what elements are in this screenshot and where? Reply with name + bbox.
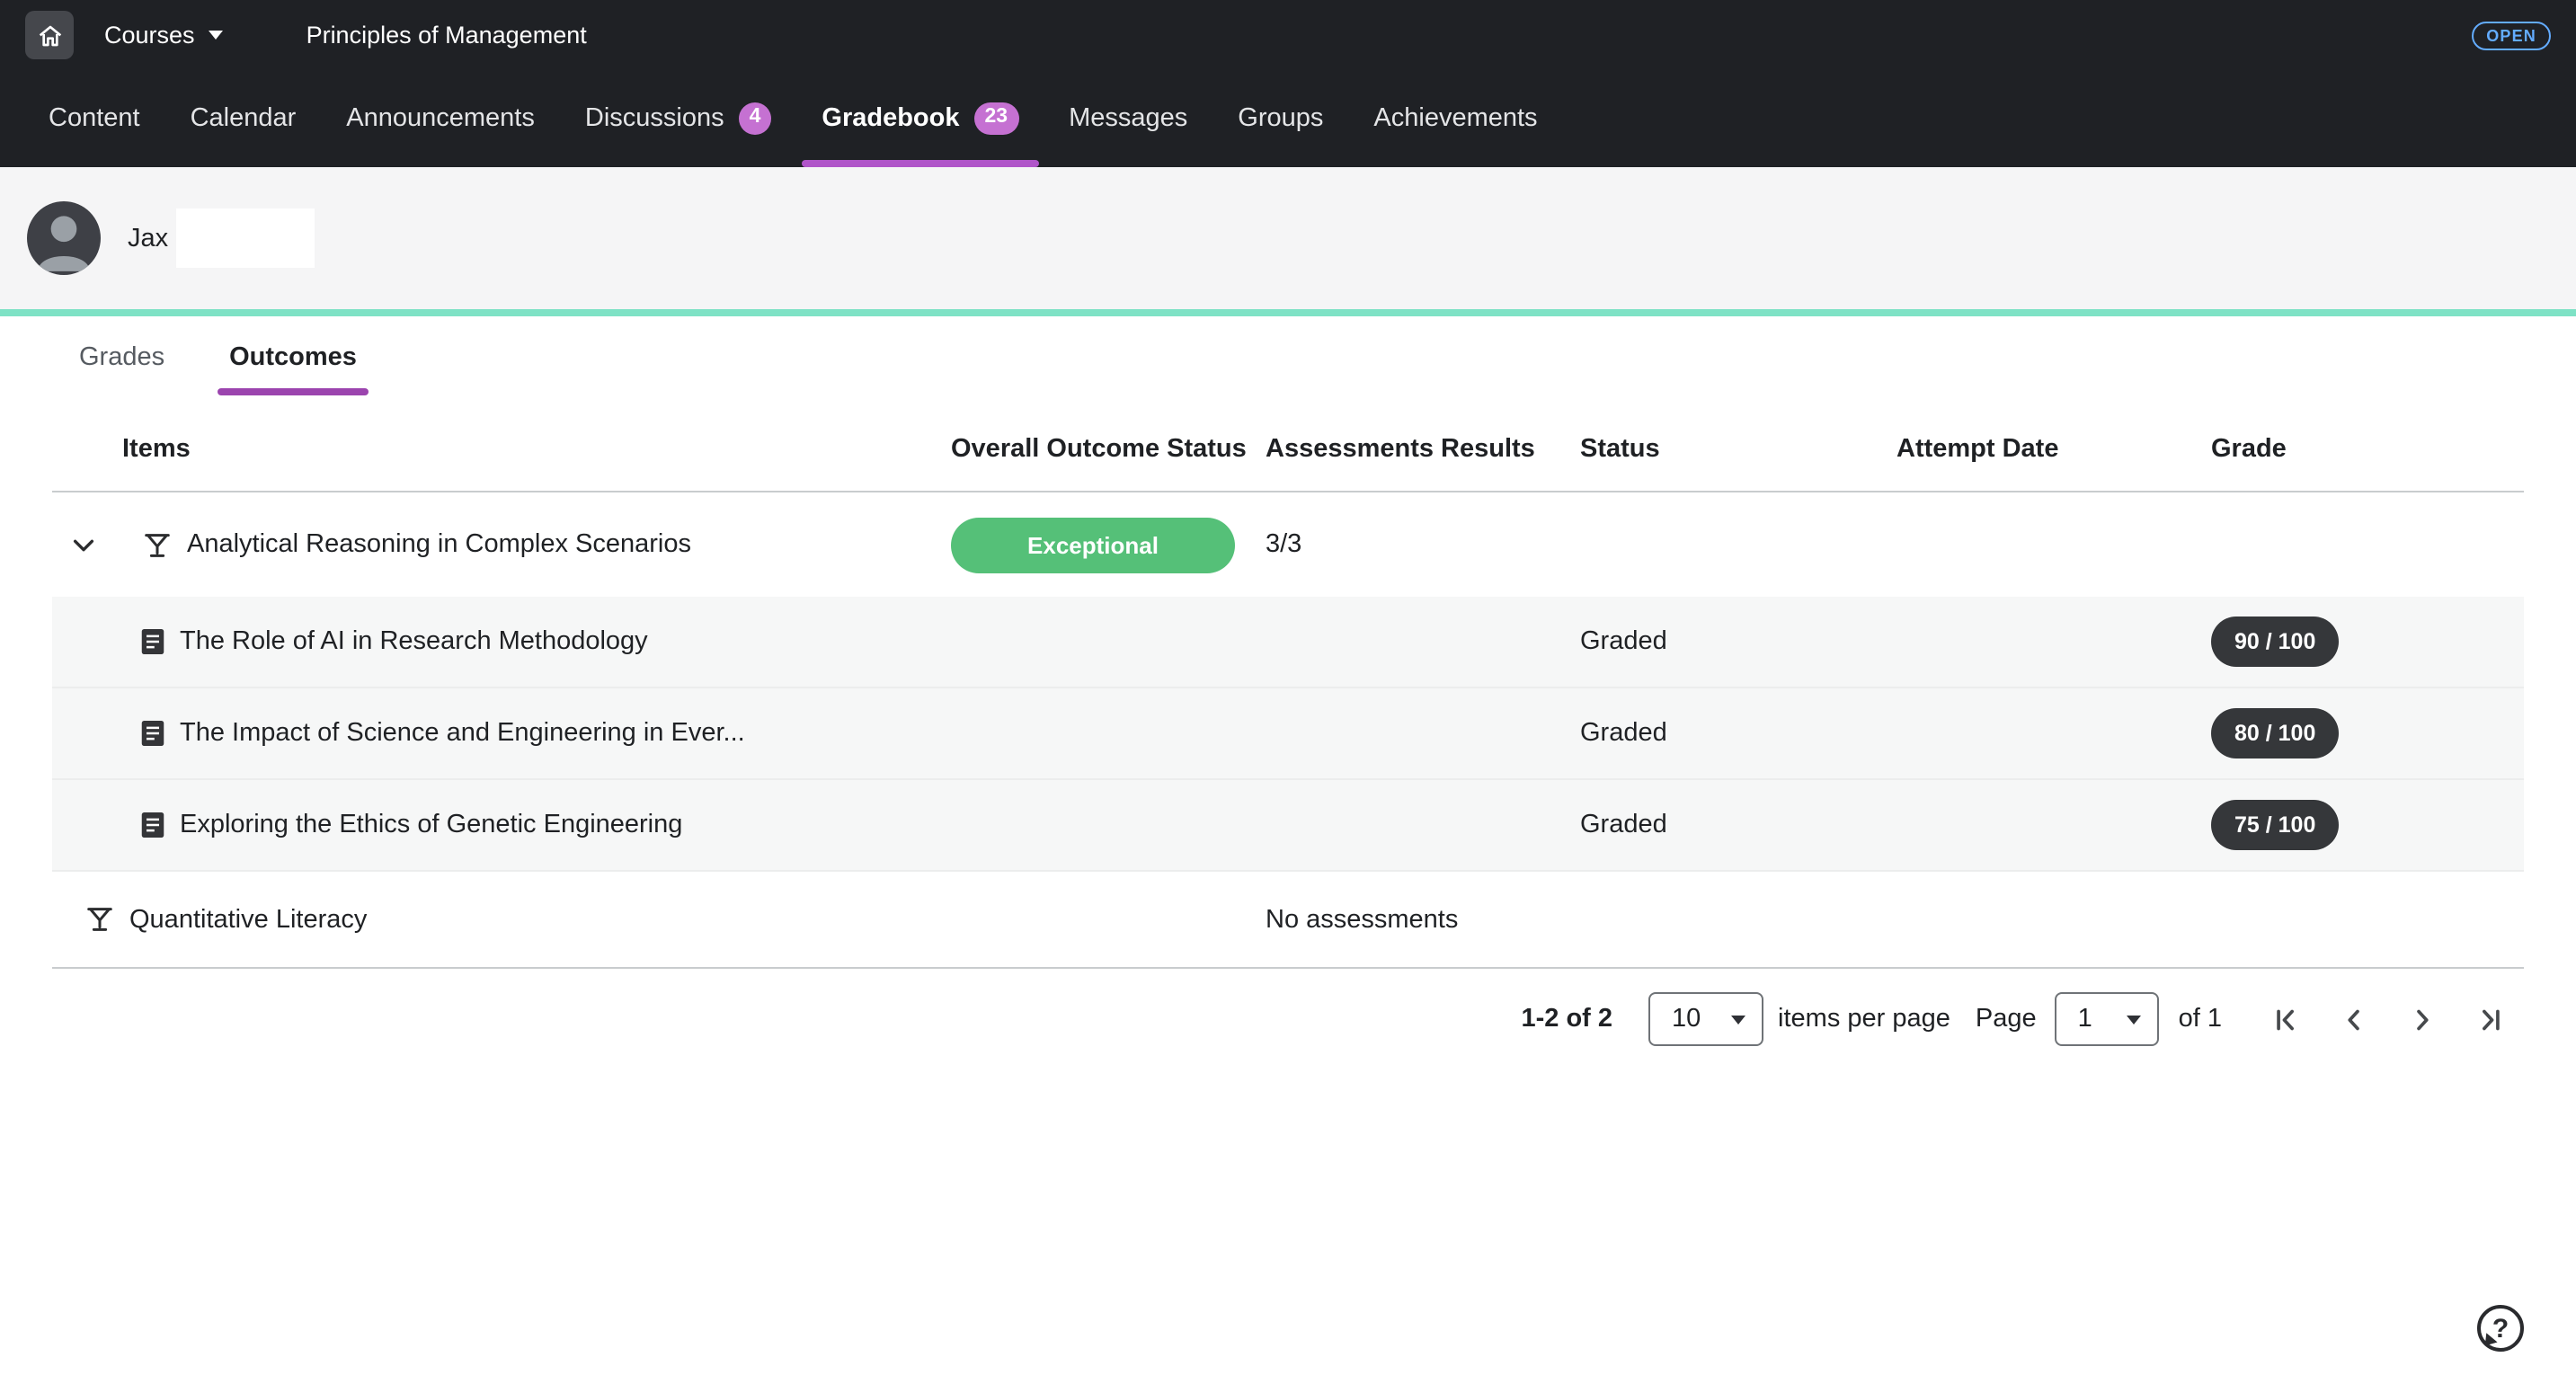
nav-item-label: Messages <box>1069 104 1187 133</box>
table-header-row: Items Overall Outcome Status Assessments… <box>52 395 2524 492</box>
courses-label: Courses <box>104 22 195 49</box>
help-button[interactable]: ? <box>2477 1305 2524 1352</box>
nav-item-label: Announcements <box>346 104 535 133</box>
open-status-badge: OPEN <box>2472 21 2551 49</box>
last-page-icon <box>2473 1002 2507 1036</box>
outcome-status-pill: Exceptional <box>951 517 1235 572</box>
assignment-icon <box>140 811 165 839</box>
assessment-row: The Impact of Science and Engineering in… <box>52 688 2524 780</box>
chevron-down-icon <box>1731 1015 1745 1024</box>
course-title: Principles of Management <box>306 22 587 49</box>
collapse-outcome-button[interactable] <box>68 530 97 559</box>
nav-item-label: Achievements <box>1373 104 1537 133</box>
chevron-down-icon <box>209 31 224 40</box>
col-header-grade: Grade <box>2211 435 2524 464</box>
grade-pill: 75 / 100 <box>2211 800 2339 850</box>
assessment-row: The Role of AI in Research Methodology G… <box>52 597 2524 688</box>
next-page-button[interactable] <box>2387 992 2456 1046</box>
home-button[interactable] <box>25 11 74 59</box>
gradebook-tabs: Grades Outcomes <box>0 316 2576 395</box>
last-page-button[interactable] <box>2456 992 2524 1046</box>
outcome-icon <box>84 904 115 935</box>
assessment-title: The Role of AI in Research Methodology <box>180 627 648 656</box>
avatar <box>27 201 101 275</box>
page-count-label: of 1 <box>2179 1005 2222 1033</box>
col-header-assessments-results: Assessments Results <box>1266 435 1580 464</box>
outcome-row: Analytical Reasoning in Complex Scenario… <box>52 492 2524 597</box>
assessments-results-value: 3/3 <box>1266 530 1580 559</box>
grade-pill: 90 / 100 <box>2211 617 2339 667</box>
results-range: 1-2 of 2 <box>1522 1005 1613 1033</box>
assessment-status: Graded <box>1580 719 1896 748</box>
tab-outcomes[interactable]: Outcomes <box>217 316 369 395</box>
nav-item-label: Calendar <box>191 104 297 133</box>
nav-item-messages[interactable]: Messages <box>1044 70 1212 167</box>
chevron-down-icon <box>69 531 96 558</box>
nav-item-label: Content <box>49 104 140 133</box>
chevron-right-icon <box>2404 1002 2438 1036</box>
course-navbar: Content Calendar Announcements Discussio… <box>0 70 2576 167</box>
nav-item-discussions[interactable]: Discussions 4 <box>560 70 797 167</box>
nav-item-gradebook[interactable]: Gradebook 23 <box>796 70 1044 167</box>
nav-item-label: Discussions <box>585 104 724 133</box>
pagination-bar: 1-2 of 2 10 items per page Page 1 of 1 <box>52 992 2524 1046</box>
page-number-value: 1 <box>2078 1005 2092 1033</box>
assignment-icon <box>140 719 165 748</box>
name-redaction-box <box>175 208 314 268</box>
items-per-page-label: items per page <box>1778 1005 1950 1033</box>
nav-item-label: Gradebook <box>822 104 959 133</box>
app-root: Courses Principles of Management OPEN Co… <box>0 0 2576 1375</box>
courses-dropdown[interactable]: Courses <box>104 22 224 49</box>
outcome-icon <box>142 529 173 560</box>
chevron-left-icon <box>2336 1002 2370 1036</box>
col-header-items: Items <box>52 435 951 464</box>
previous-page-button[interactable] <box>2319 992 2387 1046</box>
assessments-results-value: No assessments <box>1266 905 1580 934</box>
items-per-page-select[interactable]: 10 <box>1648 992 1763 1046</box>
col-header-overall-outcome-status: Overall Outcome Status <box>951 435 1266 464</box>
nav-item-groups[interactable]: Groups <box>1212 70 1348 167</box>
person-icon <box>27 201 101 275</box>
col-header-attempt-date: Attempt Date <box>1896 435 2211 464</box>
outcome-row: Quantitative Literacy No assessments <box>52 872 2524 969</box>
assessment-status: Graded <box>1580 811 1896 839</box>
nav-item-content[interactable]: Content <box>23 70 165 167</box>
student-profile-strip: Jax <box>0 167 2576 309</box>
assignment-icon <box>140 627 165 656</box>
home-icon <box>35 21 64 49</box>
assessment-status: Graded <box>1580 627 1896 656</box>
assessment-title: The Impact of Science and Engineering in… <box>180 719 745 748</box>
items-per-page-value: 10 <box>1672 1005 1701 1033</box>
chevron-down-icon <box>2127 1015 2141 1024</box>
grade-pill: 80 / 100 <box>2211 708 2339 758</box>
page-number-select[interactable]: 1 <box>2055 992 2159 1046</box>
question-mark-icon: ? <box>2492 1313 2509 1344</box>
page-label: Page <box>1976 1005 2037 1033</box>
discussions-count-badge: 4 <box>739 103 772 135</box>
top-bar: Courses Principles of Management OPEN <box>0 0 2576 70</box>
nav-item-achievements[interactable]: Achievements <box>1348 70 1562 167</box>
col-header-status: Status <box>1580 435 1896 464</box>
outcome-title: Analytical Reasoning in Complex Scenario… <box>187 530 691 559</box>
first-page-button[interactable] <box>2251 992 2319 1046</box>
tab-grades[interactable]: Grades <box>67 316 177 395</box>
assessment-row: Exploring the Ethics of Genetic Engineer… <box>52 780 2524 872</box>
outcomes-table: Items Overall Outcome Status Assessments… <box>52 395 2524 1046</box>
nav-item-calendar[interactable]: Calendar <box>165 70 322 167</box>
outcome-title: Quantitative Literacy <box>129 905 367 934</box>
assessment-title: Exploring the Ethics of Genetic Engineer… <box>180 811 682 839</box>
teal-divider <box>0 309 2576 316</box>
nav-item-label: Groups <box>1238 104 1323 133</box>
gradebook-count-badge: 23 <box>974 103 1019 135</box>
nav-item-announcements[interactable]: Announcements <box>321 70 560 167</box>
student-name: Jax <box>128 224 168 253</box>
first-page-icon <box>2268 1002 2302 1036</box>
